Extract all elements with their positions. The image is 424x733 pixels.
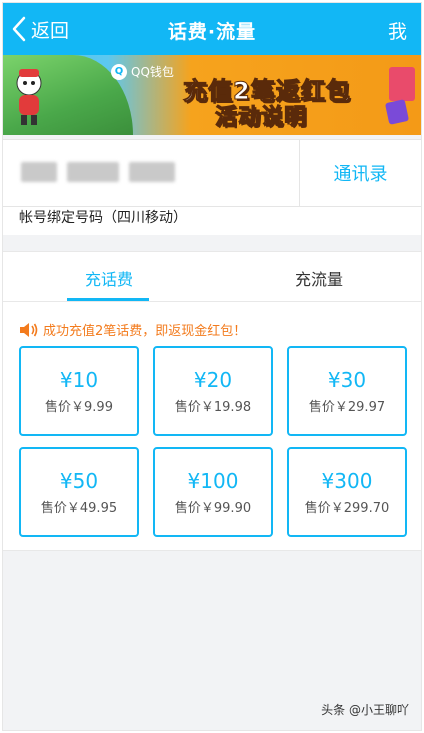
sale-price: 售价￥299.70 [304,501,390,516]
promo-notice-text: 成功充值2笔话费，即返现金红包！ [43,324,247,339]
phone-input-row: 通讯录 [3,139,421,207]
face-value: ¥30 [327,368,367,392]
masked-digits [67,162,119,182]
recharge-panel: 充话费 充流量 成功充值2笔话费，即返现金红包！ ¥10 售价￥9.99 ¥20… [3,251,421,551]
qq-wallet-logo: Q QQ钱包 [111,63,174,80]
tab-phone-recharge[interactable]: 充话费 [85,266,133,290]
tab-bar: 充话费 充流量 [3,252,421,302]
promo-banner[interactable]: Q QQ钱包 充值2笔返红包 活动说明 [3,55,421,135]
banner-subline: 活动说明 [214,105,308,131]
promo-notice: 成功充值2笔话费，即返现金红包！ [19,320,246,339]
gift-box-small-icon [384,99,410,125]
speaker-icon [20,322,38,337]
product-card[interactable]: ¥10 售价￥9.99 [19,346,139,436]
tab-data-recharge[interactable]: 充流量 [295,266,343,290]
binding-info: 帐号绑定号码（四川移动） [3,207,421,235]
product-card[interactable]: ¥20 售价￥19.98 [153,346,273,436]
face-value: ¥20 [193,368,233,392]
face-value: ¥10 [59,368,99,392]
app-frame: 返回 话费·流量 我 Q QQ钱包 充值2笔返红包 活动说明 通讯录 帐号绑定号… [2,2,422,731]
penguin-mascot-icon [16,69,42,125]
sale-price: 售价￥9.99 [45,400,113,415]
face-value: ¥300 [321,469,373,493]
masked-digits [129,162,175,182]
watermark: 头条 @小王聊吖 [321,703,409,717]
product-card[interactable]: ¥100 售价￥99.90 [153,447,273,537]
qq-wallet-label: QQ钱包 [131,65,174,79]
face-value: ¥100 [187,469,239,493]
product-grid: ¥10 售价￥9.99 ¥20 售价￥19.98 ¥30 售价￥29.97 ¥5… [19,346,407,542]
product-card[interactable]: ¥30 售价￥29.97 [287,346,407,436]
contacts-button[interactable]: 通讯录 [299,140,421,206]
page-title: 话费·流量 [167,21,257,43]
product-card[interactable]: ¥300 售价￥299.70 [287,447,407,537]
face-value: ¥50 [59,469,99,493]
nav-bar: 返回 话费·流量 我 [3,3,421,55]
sale-price: 售价￥49.95 [40,501,118,516]
product-card[interactable]: ¥50 售价￥49.95 [19,447,139,537]
masked-digits [21,162,57,182]
sale-price: 售价￥19.98 [174,400,252,415]
phone-number-field[interactable] [21,162,175,182]
active-tab-indicator [67,298,149,301]
gift-box-icon [389,67,415,101]
qq-logo-icon: Q [111,63,127,80]
sale-price: 售价￥29.97 [308,400,386,415]
sale-price: 售价￥99.90 [174,501,252,516]
me-button[interactable]: 我 [388,17,407,44]
